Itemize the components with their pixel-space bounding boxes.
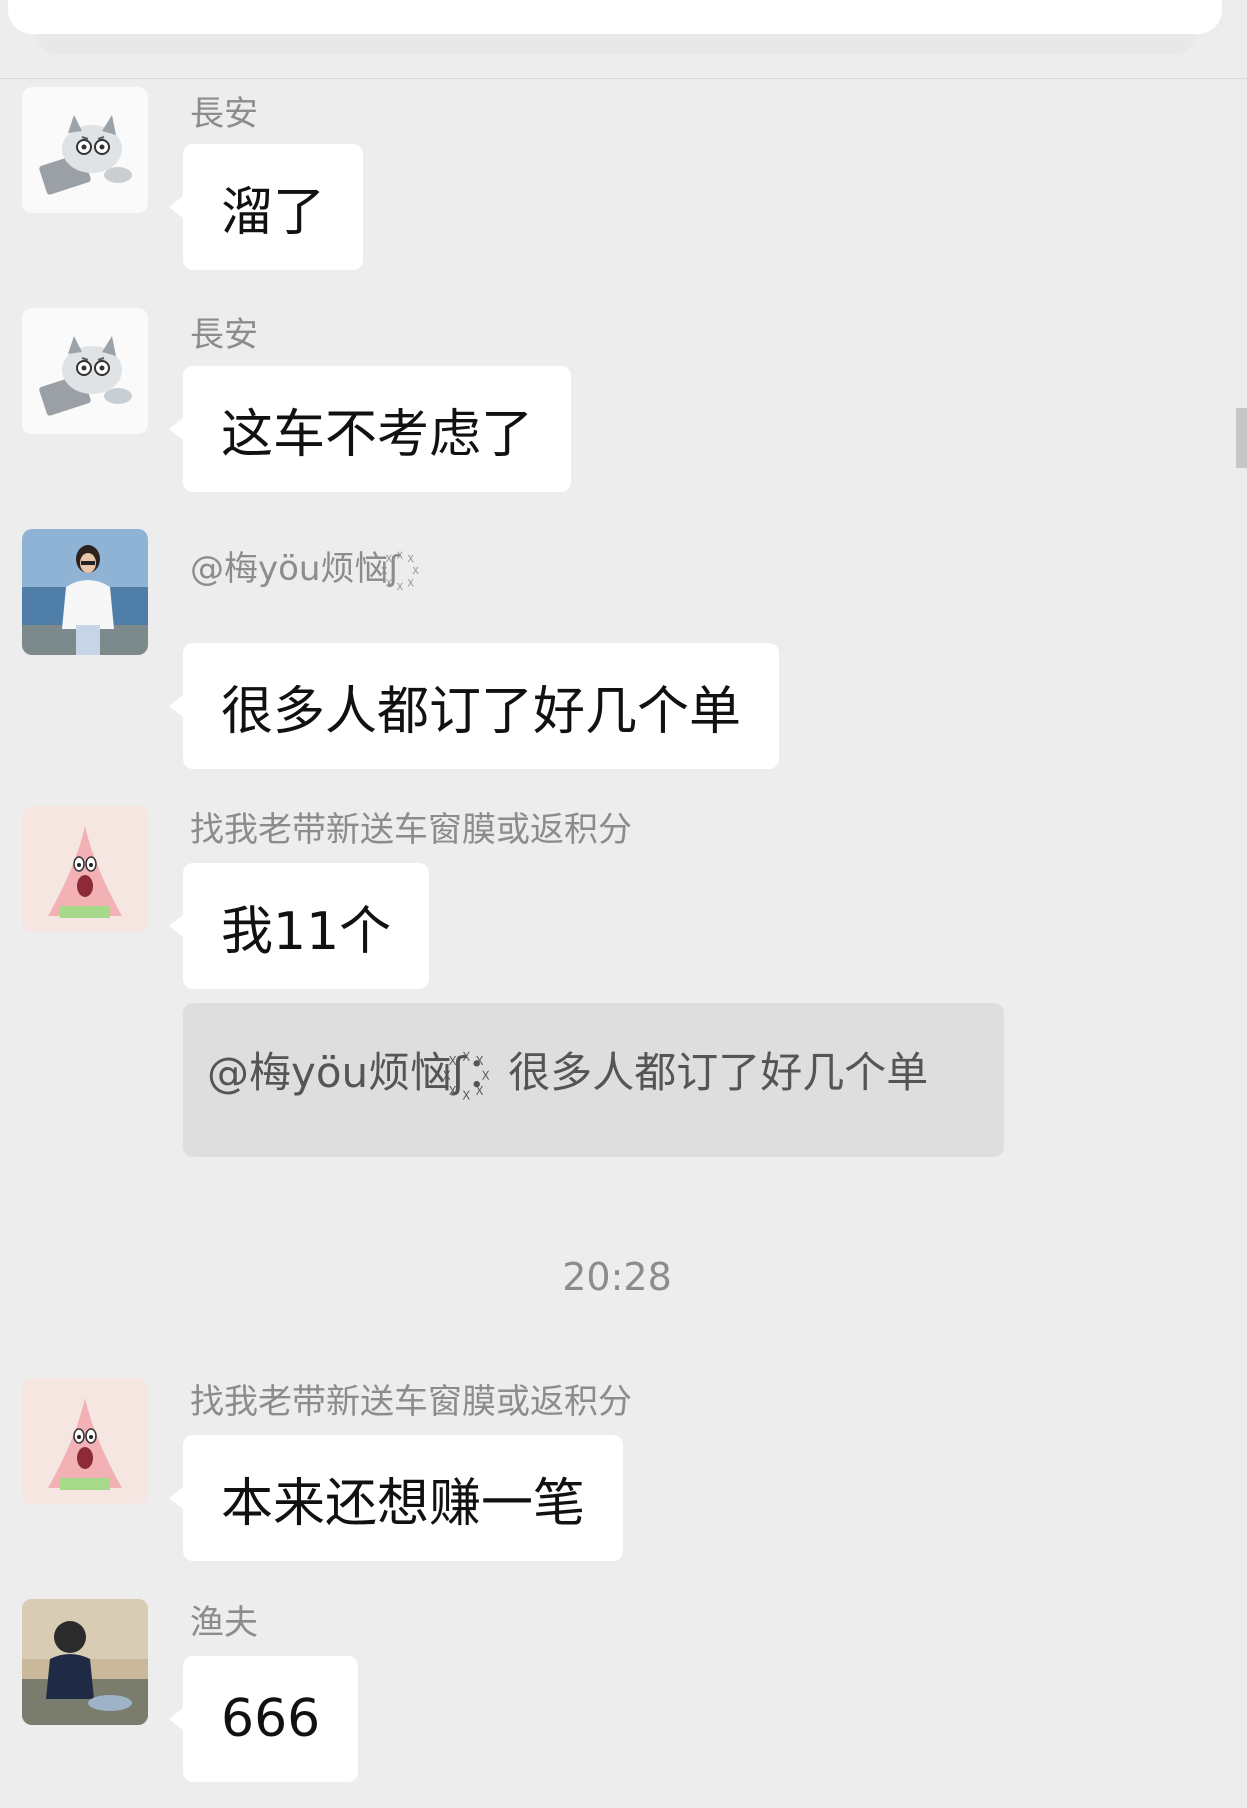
- message-bubble[interactable]: 我11个: [168, 863, 430, 989]
- sender-name: 長安: [190, 94, 258, 134]
- message-bubble[interactable]: 这车不考虑了: [168, 366, 572, 492]
- timestamp: 20:28: [562, 1255, 672, 1299]
- sender-name: 長安: [190, 315, 258, 355]
- patrick-star-avatar[interactable]: [22, 1378, 148, 1504]
- scrollbar-thumb[interactable]: [1236, 408, 1247, 468]
- cat-avatar[interactable]: [22, 308, 148, 434]
- message-bubble[interactable]: 溜了: [168, 144, 364, 270]
- cat-avatar[interactable]: [22, 87, 148, 213]
- patrick-star-avatar[interactable]: [22, 806, 148, 932]
- message-bubble[interactable]: 本来还想赚一笔: [168, 1435, 624, 1561]
- child-back-avatar[interactable]: [22, 1599, 148, 1725]
- divider: [0, 78, 1247, 79]
- sender-name: 找我老带新送车窗膜或返积分: [190, 810, 632, 850]
- sender-name: 渔夫: [190, 1603, 258, 1643]
- sender-name: @梅yöu烦恼ʃ꙰: [190, 549, 400, 589]
- sender-name: 找我老带新送车窗膜或返积分: [190, 1382, 632, 1422]
- previous-message-card: [8, 0, 1222, 34]
- quoted-reply[interactable]: @梅yöu烦恼ʃ꙰：很多人都订了好几个单: [183, 1003, 1004, 1157]
- message-bubble[interactable]: 很多人都订了好几个单: [168, 643, 780, 769]
- woman-seaside-avatar[interactable]: [22, 529, 148, 655]
- message-bubble[interactable]: 666: [168, 1656, 359, 1782]
